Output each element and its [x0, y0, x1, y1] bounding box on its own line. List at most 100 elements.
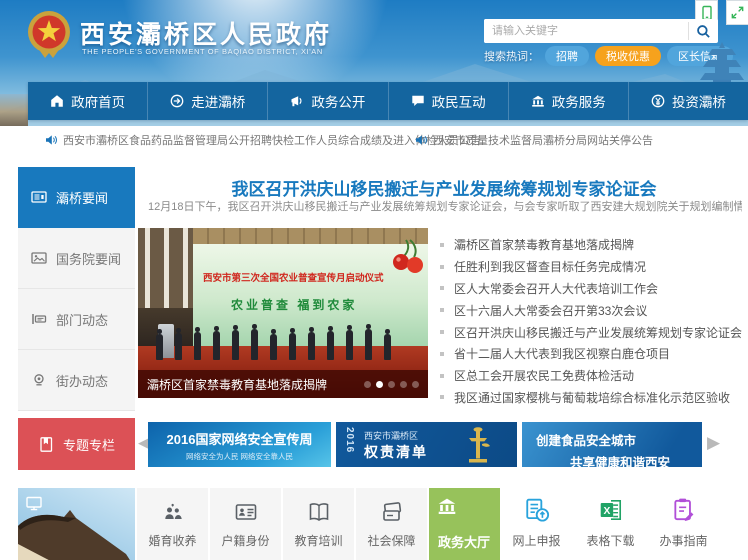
chat-bubble-icon: [411, 94, 425, 108]
tab-label: 街办动态: [56, 371, 108, 390]
service-education-training[interactable]: 教育培训: [283, 488, 354, 560]
pagoda-decoration: [700, 42, 744, 84]
tab-street-office-updates[interactable]: 街办动态: [18, 350, 135, 411]
nav-item-invest[interactable]: 投资灞桥: [629, 82, 748, 120]
enter-arrow-icon: [170, 94, 184, 108]
department-icon: [31, 311, 47, 327]
fullscreen-button[interactable]: [726, 0, 748, 25]
topic-book-icon: [38, 436, 55, 453]
banner-line2: 共享健康和谐西安: [570, 452, 702, 467]
banner-title: 权责清单: [364, 442, 428, 462]
tab-label: 国务院要闻: [56, 249, 121, 268]
banner-food-safety-city[interactable]: 创建食品安全城市 共享健康和谐西安: [522, 422, 702, 467]
search-button[interactable]: [688, 22, 718, 40]
banner-cybersecurity-week[interactable]: 2016国家网络安全宣传周 网络安全为人民 网络安全靠人民: [148, 422, 331, 467]
form-download-icon: X: [598, 497, 624, 523]
special-topics-block[interactable]: 专题专栏: [18, 418, 135, 470]
ticker-text: 西安市质量技术监督局灞桥分局网站关停公告: [433, 132, 653, 148]
news-list-item[interactable]: 区总工会开展农民工免费体检活动: [440, 365, 742, 387]
service-social-security[interactable]: 社会保障: [356, 488, 427, 560]
banner-next-arrow[interactable]: ▶: [707, 430, 720, 456]
carousel-dot[interactable]: [376, 381, 383, 388]
service-marriage-adoption[interactable]: 婚育收养: [137, 488, 208, 560]
home-icon: [50, 94, 64, 108]
banner-power-list[interactable]: 2016 西安市灞桥区 权责清单: [336, 422, 517, 467]
service-label: 户籍身份: [210, 532, 281, 549]
service-label: 办事指南: [648, 532, 719, 549]
hot-search-label: 搜索热词：: [484, 48, 539, 64]
news-ticker: 西安市灞桥区食品药品监督管理局公开招聘快检工作人员综合成绩及进入体检人员公告 西…: [0, 126, 748, 152]
national-emblem-icon: [26, 9, 72, 59]
tab-state-council-news[interactable]: 国务院要闻: [18, 228, 135, 289]
nav-item-home[interactable]: 政府首页: [28, 82, 148, 120]
invest-yuan-icon: [651, 94, 665, 108]
banner-region: 西安市灞桥区: [364, 429, 418, 442]
carousel-dot[interactable]: [364, 381, 371, 388]
search-input[interactable]: [484, 19, 688, 43]
news-photo-carousel[interactable]: 西安市第三次全国农业普查宣传月启动仪式 农业普查 福到农家 灞桥区首家禁毒教育基…: [138, 228, 428, 398]
service-guide[interactable]: 办事指南: [648, 488, 719, 560]
news-list-item[interactable]: 区人大常委会召开人大代表培训工作会: [440, 278, 742, 300]
carousel-dot[interactable]: [388, 381, 395, 388]
gov-building-icon: [531, 94, 545, 108]
hot-tag-tax[interactable]: 税收优惠: [595, 46, 661, 66]
service-label: 婚育收养: [137, 532, 208, 549]
top-story-headline[interactable]: 我区召开洪庆山移民搬迁与产业发展统筹规划专家论证会: [150, 175, 738, 200]
news-list-item[interactable]: 区十六届人大常委会召开第33次会议: [440, 299, 742, 321]
tab-baqiao-news[interactable]: 灞桥要闻: [18, 167, 135, 228]
fullscreen-arrows-icon: [730, 5, 745, 20]
service-guide-icon: [671, 497, 697, 523]
service-form-download[interactable]: X 表格下载: [575, 488, 646, 560]
carousel-caption[interactable]: 灞桥区首家禁毒教育基地落成揭牌: [147, 376, 327, 393]
education-book-icon: [307, 500, 331, 524]
news-list-item[interactable]: 任胜利到我区督查目标任务完成情况: [440, 256, 742, 278]
banner-line1: 创建食品安全城市: [536, 430, 702, 449]
tab-department-updates[interactable]: 部门动态: [18, 289, 135, 350]
hot-tag-recruit[interactable]: 招聘: [545, 46, 589, 66]
service-household-identity[interactable]: 户籍身份: [210, 488, 281, 560]
magnifier-icon: [696, 24, 711, 39]
person-silhouette: [289, 333, 296, 360]
nav-item-label: 投资灞桥: [672, 91, 726, 111]
banner-year: 2016: [344, 427, 355, 453]
banner-subtitle: 网络安全为人民 网络安全靠人民: [148, 451, 331, 462]
site-title: 西安灞桥区人民政府: [80, 15, 332, 51]
search-bar: [484, 19, 718, 43]
ticker-item[interactable]: 西安市质量技术监督局灞桥分局网站关停公告: [415, 132, 653, 148]
news-tab-list: 灞桥要闻 国务院要闻 部门动态 街办动态: [18, 167, 135, 411]
service-hall-icon: [437, 496, 457, 516]
hot-search-row: 搜索热词： 招聘 税收优惠 区长信箱: [484, 46, 733, 66]
temple-roof-decoration: [18, 488, 135, 560]
nav-item-about[interactable]: 走进灞桥: [148, 82, 268, 120]
nav-item-interaction[interactable]: 政民互动: [389, 82, 509, 120]
carousel-dot[interactable]: [400, 381, 407, 388]
tab-label: 部门动态: [56, 310, 108, 329]
nav-item-label: 政务公开: [311, 91, 365, 111]
picture-icon: [31, 250, 47, 266]
tab-label: 灞桥要闻: [56, 188, 108, 207]
online-service-photo-tile[interactable]: [18, 488, 135, 560]
service-online-report[interactable]: 网上申报: [501, 488, 572, 560]
nav-item-label: 政府首页: [71, 91, 125, 111]
id-card-icon: [234, 500, 258, 524]
nav-item-services[interactable]: 政务服务: [509, 82, 629, 120]
huabiao-column-icon: [465, 424, 491, 466]
service-label: 表格下载: [575, 532, 646, 549]
service-hall-tile[interactable]: 政务大厅: [429, 488, 500, 560]
nav-item-openness[interactable]: 政务公开: [268, 82, 388, 120]
news-list-item[interactable]: 省十二届人大代表到我区视察白鹿仓项目: [440, 343, 742, 365]
person-silhouette: [232, 330, 239, 360]
carousel-dot[interactable]: [412, 381, 419, 388]
family-icon: [161, 500, 185, 524]
speaker-icon: [415, 134, 427, 146]
news-list-item[interactable]: 灞桥区首家禁毒教育基地落成揭牌: [440, 234, 742, 256]
cherry-decoration: [386, 238, 426, 282]
news-list-item[interactable]: 区召开洪庆山移民搬迁与产业发展统筹规划专家论证会: [440, 321, 742, 343]
summary-text: 12月18日下午，我区召开洪庆山移民搬迁与产业发展统筹规划专家论证会，与会专家听…: [148, 201, 742, 213]
main-nav: 政府首页 走进灞桥 政务公开 政民互动: [28, 82, 748, 120]
webcam-icon: [31, 372, 47, 388]
news-list-item[interactable]: 我区通过国家樱桃与葡萄栽培综合标准化示范区验收: [440, 387, 742, 409]
person-silhouette: [156, 334, 163, 360]
service-label: 网上申报: [501, 532, 572, 549]
baqiao-gov-homepage: 西安灞桥区人民政府 THE PEOPLE'S GOVERNMENT OF BAQ…: [0, 0, 748, 560]
